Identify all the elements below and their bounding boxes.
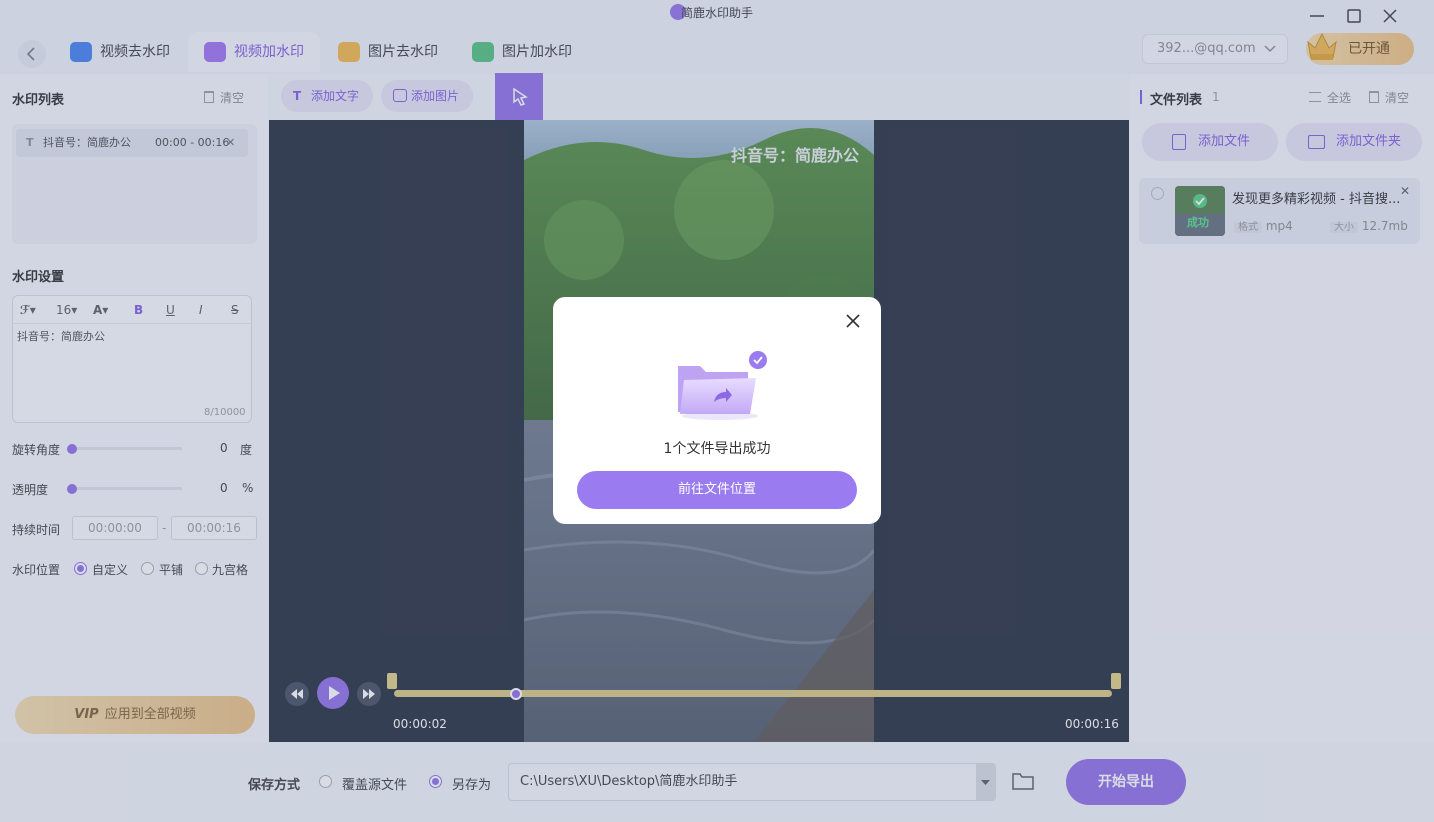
dialog-message: 1个文件导出成功: [663, 441, 771, 457]
folder-success-icon: [674, 350, 770, 422]
open-file-location-button[interactable]: 前往文件位置: [577, 471, 857, 509]
dialog-close-icon[interactable]: [845, 313, 861, 329]
